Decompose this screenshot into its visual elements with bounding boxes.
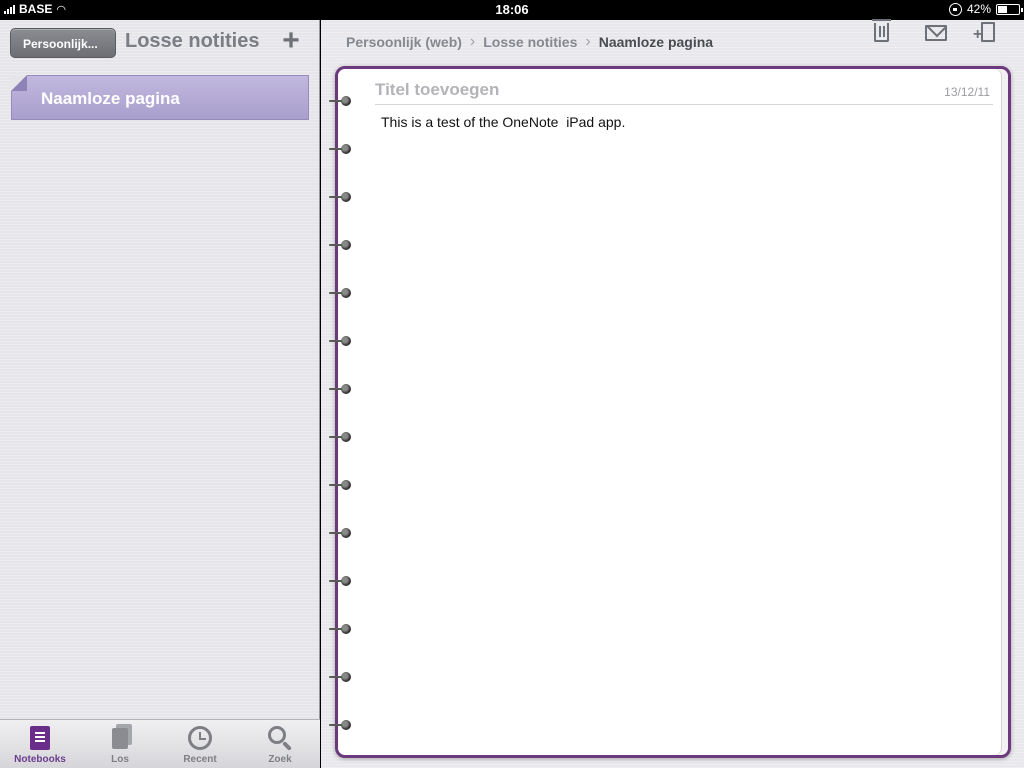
breadcrumb-separator: › bbox=[585, 33, 591, 50]
mail-icon[interactable] bbox=[925, 25, 947, 41]
spiral-ring bbox=[329, 671, 353, 683]
spiral-ring bbox=[329, 623, 353, 635]
tab-bar: Notebooks Los Recent Zoek bbox=[0, 719, 320, 768]
spiral-ring bbox=[329, 95, 353, 107]
spiral-ring bbox=[329, 479, 353, 491]
breadcrumb-page: Naamloze pagina bbox=[598, 34, 714, 50]
status-bar: BASE ◠ 18:06 42% bbox=[0, 0, 1024, 20]
breadcrumb-section[interactable]: Losse notities bbox=[483, 34, 577, 50]
page-editor: Persoonlijk (web) › Losse notities › Naa… bbox=[321, 19, 1024, 768]
status-time: 18:06 bbox=[495, 2, 529, 17]
pages-sidebar: Persoonlijk... Losse notities + Naamloze… bbox=[0, 20, 320, 768]
tab-recent[interactable]: Recent bbox=[160, 720, 240, 768]
spiral-ring bbox=[329, 527, 353, 539]
back-button[interactable]: Persoonlijk... bbox=[10, 28, 116, 58]
page-date: 13/12/11 bbox=[944, 85, 990, 99]
page-title-placeholder: Titel toevoegen bbox=[375, 80, 500, 99]
spiral-ring bbox=[329, 575, 353, 587]
tab-los[interactable]: Los bbox=[80, 720, 160, 768]
tab-notebooks[interactable]: Notebooks bbox=[0, 720, 80, 768]
trash-icon[interactable] bbox=[872, 19, 891, 42]
tab-los-label: Los bbox=[111, 754, 129, 765]
search-icon bbox=[268, 726, 286, 744]
tab-zoek-label: Zoek bbox=[268, 754, 292, 765]
spiral-ring bbox=[329, 719, 353, 731]
tab-zoek[interactable]: Zoek bbox=[240, 720, 320, 768]
battery-icon bbox=[996, 3, 1023, 15]
tab-recent-label: Recent bbox=[183, 754, 217, 765]
spiral-ring bbox=[329, 335, 353, 347]
new-page-icon[interactable] bbox=[973, 22, 995, 43]
clock-icon bbox=[188, 726, 212, 750]
spiral-ring bbox=[329, 143, 353, 155]
breadcrumb-separator: › bbox=[469, 33, 476, 50]
notebook-icon bbox=[30, 726, 50, 750]
add-page-button[interactable]: + bbox=[278, 26, 304, 56]
tab-notebooks-label: Notebooks bbox=[14, 754, 66, 765]
rotation-lock-icon bbox=[948, 2, 962, 16]
note-page[interactable]: Titel toevoegen 13/12/11 This is a test … bbox=[329, 66, 1011, 758]
pages-icon bbox=[112, 727, 128, 749]
sidebar-title: Losse notities bbox=[125, 30, 260, 52]
back-button-label: Persoonlijk... bbox=[23, 37, 98, 51]
page-list-item[interactable]: Naamloze pagina bbox=[11, 75, 309, 120]
page-fold-icon bbox=[11, 75, 27, 91]
spiral-ring bbox=[329, 287, 353, 299]
spiral-ring bbox=[329, 239, 353, 251]
status-right: 42% bbox=[948, 2, 1023, 16]
page-body-text[interactable]: This is a test of the OneNote iPad app. bbox=[381, 114, 625, 130]
spiral-ring bbox=[329, 383, 353, 395]
breadcrumb-notebook[interactable]: Persoonlijk (web) bbox=[346, 34, 462, 50]
battery-percentage: 42% bbox=[966, 2, 991, 16]
spiral-ring bbox=[329, 431, 353, 443]
spiral-ring bbox=[329, 191, 353, 203]
page-list-item-label: Naamloze pagina bbox=[41, 89, 180, 108]
page-title-field[interactable]: Titel toevoegen 13/12/11 bbox=[375, 79, 993, 105]
sidebar-header: Persoonlijk... Losse notities + bbox=[0, 20, 320, 64]
breadcrumb: Persoonlijk (web) › Losse notities › Naa… bbox=[346, 33, 713, 51]
